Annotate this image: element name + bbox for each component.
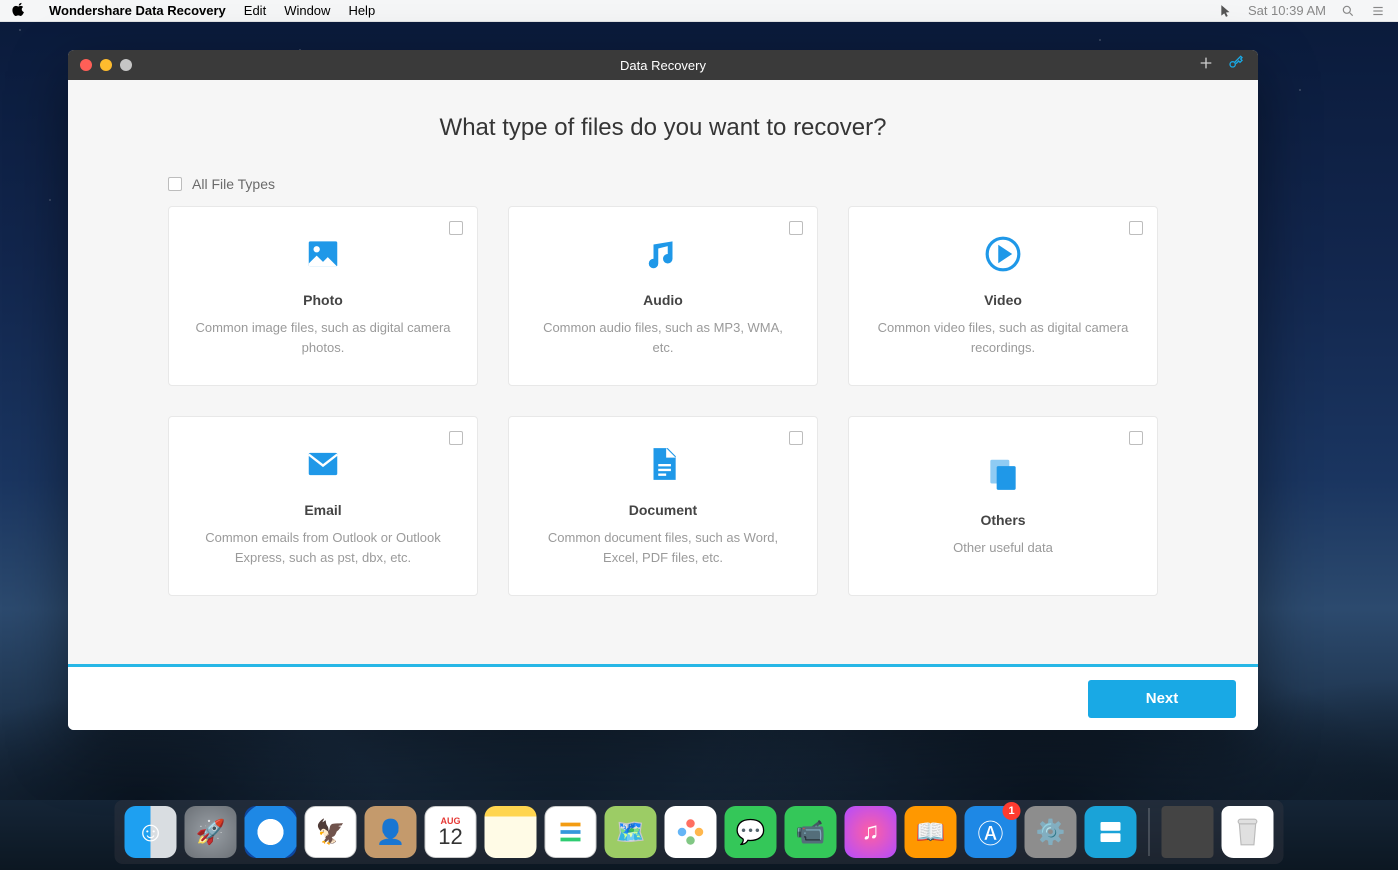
cursor-icon[interactable] [1218, 3, 1234, 19]
page-heading: What type of files do you want to recove… [68, 114, 1258, 142]
all-file-types-checkbox[interactable] [168, 177, 182, 191]
dock-maps[interactable]: 🗺️ [605, 806, 657, 858]
card-document-checkbox[interactable] [789, 431, 803, 445]
dock-appstore[interactable]: Ⓐ 1 [965, 806, 1017, 858]
dock-finder[interactable]: ☺ [125, 806, 177, 858]
document-icon [644, 445, 682, 488]
card-email-desc: Common emails from Outlook or Outlook Ex… [193, 528, 453, 567]
dock-itunes[interactable]: ♫ [845, 806, 897, 858]
card-audio-checkbox[interactable] [789, 221, 803, 235]
dock-calendar[interactable]: AUG 12 [425, 806, 477, 858]
key-icon[interactable] [1228, 55, 1244, 76]
dock-notes[interactable] [485, 806, 537, 858]
appstore-badge: 1 [1003, 802, 1021, 820]
card-others-checkbox[interactable] [1129, 431, 1143, 445]
email-icon [304, 445, 342, 488]
notification-center-icon[interactable] [1370, 3, 1386, 19]
dock-trash[interactable] [1222, 806, 1274, 858]
add-icon[interactable] [1198, 55, 1214, 76]
card-email-checkbox[interactable] [449, 431, 463, 445]
dock-messages[interactable]: 💬 [725, 806, 777, 858]
dock-reminders[interactable] [545, 806, 597, 858]
card-email[interactable]: Email Common emails from Outlook or Outl… [168, 416, 478, 596]
menubar: Wondershare Data Recovery Edit Window He… [0, 0, 1398, 22]
spotlight-icon[interactable] [1340, 3, 1356, 19]
dock-ibooks[interactable]: 📖 [905, 806, 957, 858]
card-photo-title: Photo [303, 292, 343, 308]
card-video-title: Video [984, 292, 1022, 308]
card-photo-checkbox[interactable] [449, 221, 463, 235]
menubar-clock[interactable]: Sat 10:39 AM [1248, 3, 1326, 18]
dock-photos[interactable] [665, 806, 717, 858]
menubar-item-help[interactable]: Help [339, 3, 384, 18]
window-title: Data Recovery [68, 58, 1258, 73]
dock-launchpad[interactable]: 🚀 [185, 806, 237, 858]
card-others-desc: Other useful data [953, 538, 1053, 558]
card-video-checkbox[interactable] [1129, 221, 1143, 235]
menubar-item-edit[interactable]: Edit [235, 3, 275, 18]
calendar-day: 12 [438, 826, 462, 848]
dock-facetime[interactable]: 📹 [785, 806, 837, 858]
file-type-grid: Photo Common image files, such as digita… [68, 206, 1258, 596]
card-audio-title: Audio [643, 292, 683, 308]
dock-separator [1149, 808, 1150, 856]
card-video[interactable]: Video Common video files, such as digita… [848, 206, 1158, 386]
card-others[interactable]: Others Other useful data [848, 416, 1158, 596]
photo-icon [304, 235, 342, 278]
card-document-desc: Common document files, such as Word, Exc… [533, 528, 793, 567]
menubar-app-name[interactable]: Wondershare Data Recovery [40, 3, 235, 18]
titlebar[interactable]: Data Recovery [68, 50, 1258, 80]
app-window: Data Recovery What type of files do you … [68, 50, 1258, 730]
dock-contacts[interactable]: 👤 [365, 806, 417, 858]
card-photo[interactable]: Photo Common image files, such as digita… [168, 206, 478, 386]
dock-system-preferences[interactable]: ⚙️ [1025, 806, 1077, 858]
card-video-desc: Common video files, such as digital came… [873, 318, 1133, 357]
others-icon [984, 455, 1022, 498]
minimize-button[interactable] [100, 59, 112, 71]
all-file-types-row[interactable]: All File Types [168, 176, 1258, 192]
card-others-title: Others [980, 512, 1025, 528]
dock-downloads[interactable] [1162, 806, 1214, 858]
card-audio-desc: Common audio files, such as MP3, WMA, et… [533, 318, 793, 357]
footer-bar: Next [68, 664, 1258, 730]
menubar-item-window[interactable]: Window [275, 3, 339, 18]
dock-safari[interactable] [245, 806, 297, 858]
next-button[interactable]: Next [1088, 680, 1236, 718]
audio-icon [644, 235, 682, 278]
apple-menu-icon[interactable] [12, 2, 26, 19]
dock-mail[interactable]: 🦅 [305, 806, 357, 858]
all-file-types-label: All File Types [192, 176, 275, 192]
card-photo-desc: Common image files, such as digital came… [193, 318, 453, 357]
zoom-button[interactable] [120, 59, 132, 71]
card-audio[interactable]: Audio Common audio files, such as MP3, W… [508, 206, 818, 386]
card-document-title: Document [629, 502, 697, 518]
dock: ☺ 🚀 🦅 👤 AUG 12 🗺️ 💬 📹 ♫ 📖 Ⓐ 1 ⚙️ [115, 800, 1284, 864]
close-button[interactable] [80, 59, 92, 71]
card-document[interactable]: Document Common document files, such as … [508, 416, 818, 596]
dock-wondershare[interactable] [1085, 806, 1137, 858]
card-email-title: Email [304, 502, 341, 518]
video-icon [984, 235, 1022, 278]
